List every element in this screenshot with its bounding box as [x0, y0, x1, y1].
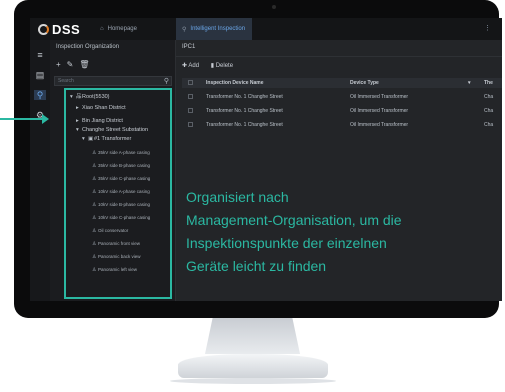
home-icon: ⌂ [100, 26, 104, 32]
tree-node-xiao-shan[interactable]: ▸ Xiao Shan District [76, 105, 126, 111]
monitor-stand-neck [205, 318, 300, 354]
edit-node-icon[interactable]: ✎ [67, 60, 80, 69]
column-header-type: Device Type [350, 80, 379, 86]
divider [176, 56, 502, 57]
tree-node-changhe-substation[interactable]: ▾ Changhe Street Substation [76, 127, 148, 133]
toolbar: ✚ Add ▮ Delete [182, 62, 243, 69]
icon-rail: ≡ ▤ ⚲ ⚙ [30, 40, 50, 301]
app-logo: DSS [38, 21, 80, 37]
search-input[interactable]: Search ⚲ [54, 76, 172, 86]
select-all-checkbox[interactable] [188, 80, 193, 85]
location-pin-icon[interactable]: ⚲ [34, 90, 46, 100]
add-node-icon[interactable]: + [56, 60, 67, 69]
tab-intelligent-inspection[interactable]: ⚲ Intelligent Inspection [176, 18, 252, 40]
tree-node-point[interactable]: ♙ Panoramic back view [92, 254, 141, 260]
tab-homepage[interactable]: ⌂ Homepage [100, 18, 170, 40]
add-button[interactable]: ✚ Add [182, 62, 199, 69]
row-checkbox[interactable] [188, 108, 193, 113]
row-checkbox[interactable] [188, 94, 193, 99]
search-placeholder: Search [58, 78, 74, 84]
tree-node-root[interactable]: ▾ 品Root(5530) [70, 92, 110, 100]
tab-inspection-label: Intelligent Inspection [190, 26, 246, 32]
page-title: IPC1 [182, 44, 196, 50]
annotation-line: Management-Organisation, um die [186, 212, 402, 228]
top-bar: DSS ⌂ Homepage ⚲ Intelligent Inspection … [30, 18, 502, 41]
column-header-name: Inspection Device Name [206, 80, 264, 86]
list-icon[interactable]: ▤ [34, 70, 46, 80]
inspection-icon: ⚲ [182, 26, 187, 33]
tree-node-point[interactable]: ♙ 35kV side B-phase casing [92, 163, 150, 169]
column-header-more: The [484, 80, 493, 86]
window-menu-icon[interactable]: ⋮ [484, 24, 491, 32]
annotation-line: Inspektionspunkte der einzelnen [186, 235, 387, 251]
annotation-line: Organisiert nach [186, 189, 289, 205]
annotation-text: Organisiert nach Management-Organisation… [186, 186, 486, 278]
inspection-organization-panel: Inspection Organization +✎🗑 Search ⚲ ▾ 品R… [50, 40, 176, 301]
monitor-stand-base [178, 354, 328, 378]
sort-icon[interactable]: ▾ [468, 80, 471, 86]
panel-title: Inspection Organization [56, 44, 120, 50]
tree-node-point[interactable]: ♙ 35kV side C-phase casing [92, 176, 150, 182]
table-row[interactable]: Transformer No. 1 Changhe Street Oil Imm… [182, 90, 502, 104]
callout-arrow-icon [42, 114, 49, 124]
table-row[interactable]: Transformer No. 1 Changhe Street Oil Imm… [182, 104, 502, 118]
table-header: Inspection Device Name Device Type ▾ The [182, 78, 502, 88]
logo-text: DSS [52, 21, 81, 37]
tree-node-point[interactable]: ♙ 10kV side B-phase casing [92, 202, 150, 208]
tree-node-point[interactable]: ♙ Panoramic front view [92, 241, 140, 247]
callout-line [0, 118, 44, 120]
tree-node-bin-jiang[interactable]: ▸ Bin Jiang District [76, 118, 123, 124]
delete-node-icon[interactable]: 🗑 [79, 60, 95, 69]
search-icon[interactable]: ⚲ [164, 77, 169, 85]
tab-homepage-label: Homepage [107, 26, 137, 32]
stand-shadow [170, 378, 336, 384]
logo-icon [38, 23, 49, 35]
webcam [272, 5, 276, 9]
delete-button[interactable]: ▮ Delete [211, 62, 233, 69]
tree-node-transformer[interactable]: ▾ ▣#1 Transformer [82, 136, 131, 142]
tree-node-point[interactable]: ♙ Oil conservator [92, 228, 128, 234]
tree-node-point[interactable]: ♙ 35kV side A-phase casing [92, 150, 150, 156]
table-row[interactable]: Transformer No. 1 Changhe Street Oil Imm… [182, 118, 502, 132]
menu-icon[interactable]: ≡ [34, 50, 46, 60]
tree-node-point[interactable]: ♙ Panoramic left view [92, 267, 137, 273]
panel-tools: +✎🗑 [56, 60, 96, 69]
row-checkbox[interactable] [188, 122, 193, 127]
tree-node-point[interactable]: ♙ 10kV side A-phase casing [92, 189, 150, 195]
annotation-line: Geräte leicht zu finden [186, 258, 327, 274]
tree-node-point[interactable]: ♙ 10kV side C-phase casing [92, 215, 150, 221]
